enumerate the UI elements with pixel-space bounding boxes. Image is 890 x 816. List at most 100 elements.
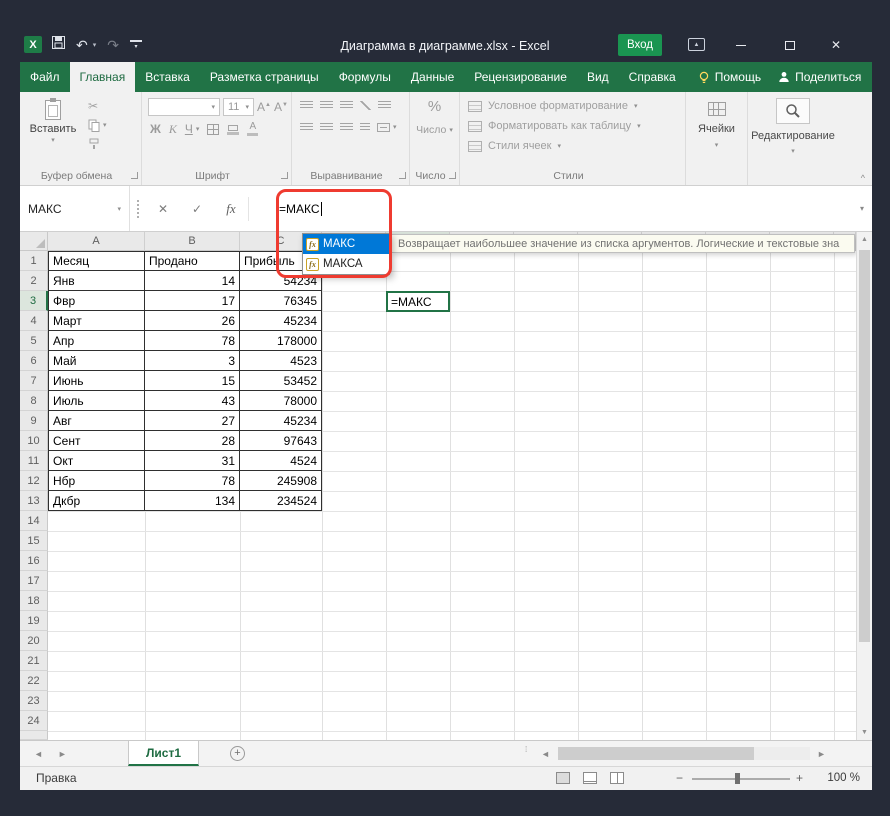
- row-header-17[interactable]: 17: [20, 571, 48, 591]
- format-as-table-button[interactable]: Форматировать как таблицу ▾: [468, 120, 641, 132]
- row-header-12[interactable]: 12: [20, 471, 48, 491]
- new-sheet-button[interactable]: +: [230, 746, 245, 761]
- fill-color-button[interactable]: [227, 124, 240, 135]
- row-header-23[interactable]: 23: [20, 691, 48, 711]
- cell[interactable]: 45234: [240, 411, 322, 431]
- scroll-up-icon[interactable]: ▲: [857, 236, 872, 243]
- tab-insert[interactable]: Вставка: [135, 62, 200, 92]
- tab-file[interactable]: Файл: [20, 62, 70, 92]
- cell[interactable]: 31: [145, 451, 240, 471]
- editing-button[interactable]: Редактирование ▾: [748, 98, 838, 155]
- cell[interactable]: 78000: [240, 391, 322, 411]
- copy-button[interactable]: ▾: [88, 118, 107, 132]
- font-dialog-launcher-icon[interactable]: [281, 172, 288, 179]
- cell[interactable]: 97643: [240, 431, 322, 451]
- italic-button[interactable]: К: [169, 123, 177, 135]
- format-painter-button[interactable]: [88, 137, 107, 151]
- tab-review[interactable]: Рецензирование: [464, 62, 577, 92]
- row-header-6[interactable]: 6: [20, 351, 48, 371]
- share-button[interactable]: Поделиться: [795, 70, 861, 84]
- row-header-11[interactable]: 11: [20, 451, 48, 471]
- tab-splitter-icon[interactable]: ⁞: [525, 745, 527, 755]
- cell[interactable]: 245908: [240, 471, 322, 491]
- zoom-level[interactable]: 100 %: [810, 772, 860, 784]
- cell[interactable]: 43: [145, 391, 240, 411]
- cell[interactable]: 78: [145, 331, 240, 351]
- cell[interactable]: Май: [48, 351, 145, 371]
- cell[interactable]: 28: [145, 431, 240, 451]
- align-bottom-button[interactable]: [340, 101, 353, 110]
- select-all-corner[interactable]: [20, 232, 48, 251]
- number-dialog-launcher-icon[interactable]: [449, 172, 456, 179]
- wrap-text-button[interactable]: [378, 101, 391, 110]
- row-header-5[interactable]: 5: [20, 331, 48, 351]
- align-right-button[interactable]: [340, 123, 353, 132]
- horizontal-scroll-thumb[interactable]: [558, 747, 754, 760]
- underline-button[interactable]: Ч: [185, 123, 193, 135]
- orientation-button[interactable]: [360, 101, 371, 110]
- cell[interactable]: 234524: [240, 491, 322, 511]
- increase-font-button[interactable]: А▲: [257, 101, 271, 113]
- row-header-15[interactable]: 15: [20, 531, 48, 551]
- sign-in-button[interactable]: Вход: [618, 34, 662, 56]
- scroll-down-icon[interactable]: ▼: [857, 729, 872, 736]
- row-header-partial[interactable]: [20, 731, 48, 740]
- row-header-3[interactable]: 3: [20, 291, 48, 311]
- row-header-16[interactable]: 16: [20, 551, 48, 571]
- cell[interactable]: 27: [145, 411, 240, 431]
- ribbon-display-options-button[interactable]: ▲: [688, 38, 705, 51]
- conditional-formatting-button[interactable]: Условное форматирование ▾: [468, 100, 637, 112]
- cell[interactable]: Янв: [48, 271, 145, 291]
- prev-sheet-icon[interactable]: ◄: [34, 749, 43, 759]
- row-header-9[interactable]: 9: [20, 411, 48, 431]
- tab-formulas[interactable]: Формулы: [329, 62, 401, 92]
- tell-me-help[interactable]: Помощь: [715, 70, 761, 84]
- insert-function-button[interactable]: fx: [214, 201, 248, 217]
- name-box-caret-icon[interactable]: ▾: [117, 205, 121, 213]
- cell[interactable]: 15: [145, 371, 240, 391]
- cell[interactable]: 78: [145, 471, 240, 491]
- font-color-button[interactable]: А: [247, 122, 259, 136]
- merge-center-button[interactable]: [377, 123, 390, 132]
- cell[interactable]: 17: [145, 291, 240, 311]
- sheet-tab-active[interactable]: Лист1: [128, 741, 200, 766]
- cell[interactable]: Июнь: [48, 371, 145, 391]
- maximize-button[interactable]: [773, 32, 807, 58]
- row-header-13[interactable]: 13: [20, 491, 48, 511]
- cell[interactable]: 26: [145, 311, 240, 331]
- tab-home[interactable]: Главная: [69, 62, 136, 92]
- alignment-dialog-launcher-icon[interactable]: [399, 172, 406, 179]
- decrease-indent-button[interactable]: [360, 123, 370, 132]
- row-header-19[interactable]: 19: [20, 611, 48, 631]
- cell[interactable]: Сент: [48, 431, 145, 451]
- align-center-button[interactable]: [320, 123, 333, 132]
- cells-button[interactable]: Ячейки ▾: [686, 102, 747, 149]
- zoom-slider-thumb[interactable]: [735, 773, 740, 784]
- row-header-7[interactable]: 7: [20, 371, 48, 391]
- clipboard-dialog-launcher-icon[interactable]: [131, 172, 138, 179]
- vertical-scrollbar[interactable]: ▲ ▼: [856, 232, 872, 740]
- row-header-2[interactable]: 2: [20, 271, 48, 291]
- row-header-22[interactable]: 22: [20, 671, 48, 691]
- formula-input[interactable]: =МАКС: [249, 201, 852, 216]
- row-header-14[interactable]: 14: [20, 511, 48, 531]
- formula-bar-splitter[interactable]: [130, 199, 146, 218]
- horizontal-scrollbar[interactable]: [558, 747, 810, 760]
- bold-button[interactable]: Ж: [150, 123, 161, 135]
- row-header-20[interactable]: 20: [20, 631, 48, 651]
- cell[interactable]: Авг: [48, 411, 145, 431]
- cell[interactable]: 178000: [240, 331, 322, 351]
- column-header-A[interactable]: A: [48, 232, 145, 251]
- page-layout-view-button[interactable]: [583, 772, 597, 784]
- row-header-18[interactable]: 18: [20, 591, 48, 611]
- tab-help[interactable]: Справка: [619, 62, 686, 92]
- cell-styles-button[interactable]: Стили ячеек ▾: [468, 140, 561, 152]
- active-cell[interactable]: =МАКС: [386, 291, 450, 312]
- cell[interactable]: Окт: [48, 451, 145, 471]
- row-header-1[interactable]: 1: [20, 251, 48, 271]
- next-sheet-icon[interactable]: ►: [58, 749, 67, 759]
- zoom-out-button[interactable]: −: [676, 771, 683, 785]
- zoom-slider[interactable]: [692, 778, 790, 780]
- cell[interactable]: 4523: [240, 351, 322, 371]
- cell[interactable]: Фвр: [48, 291, 145, 311]
